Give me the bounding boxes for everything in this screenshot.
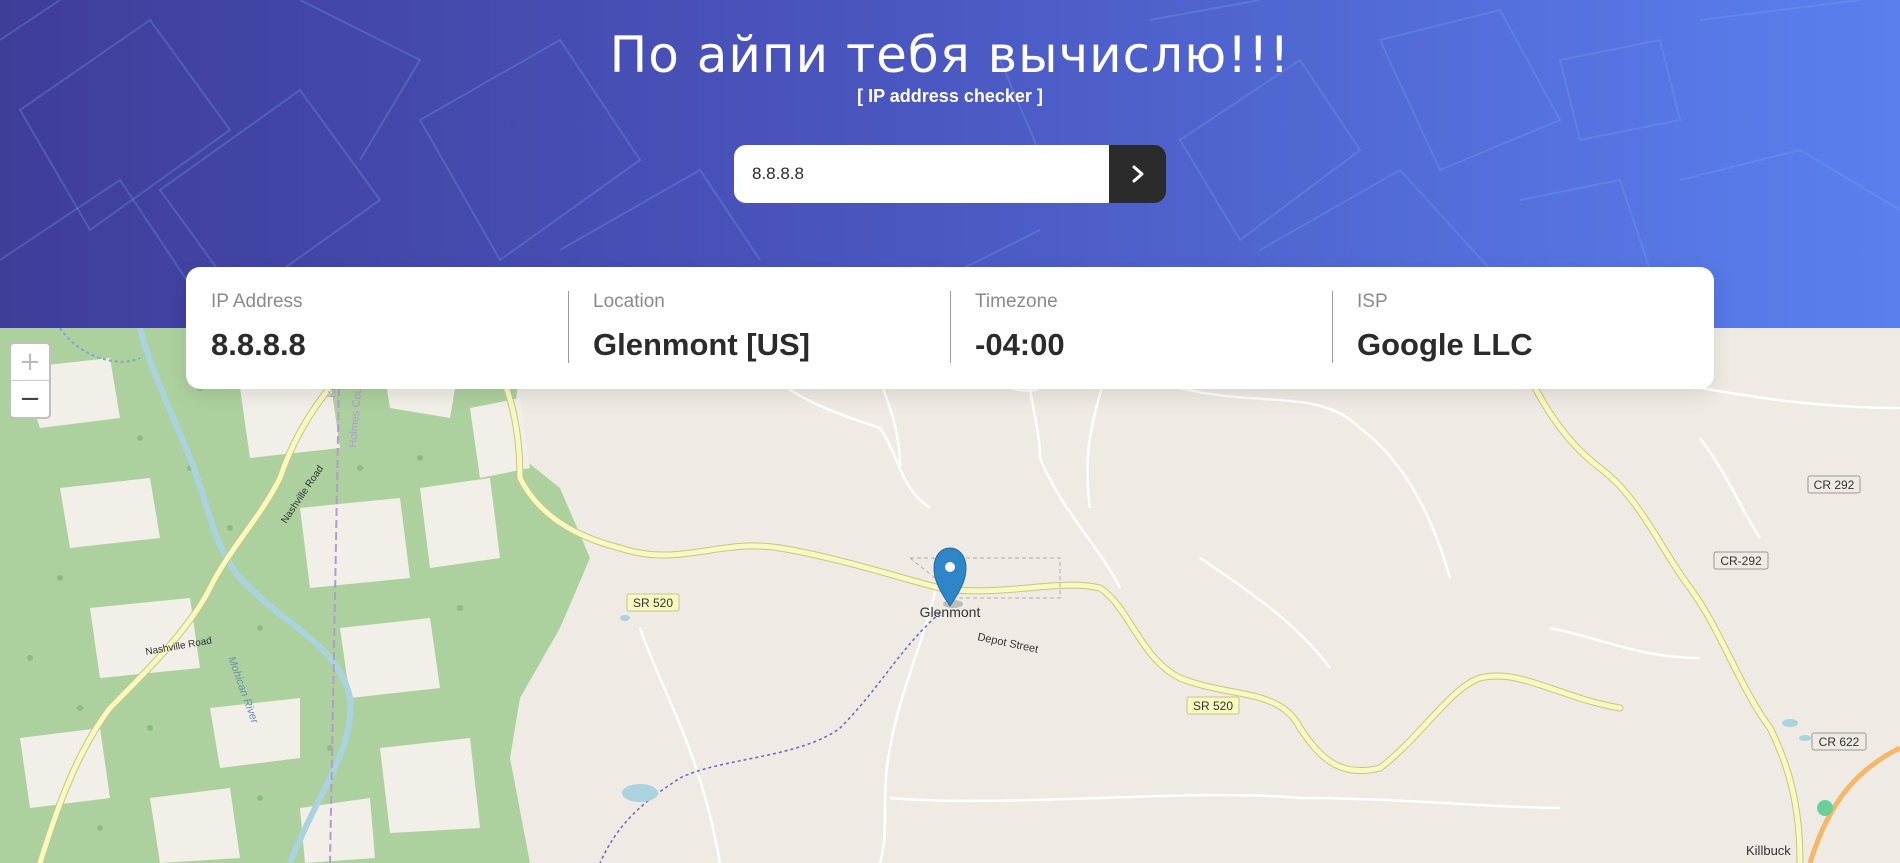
ip-search-bar [734, 145, 1166, 203]
map-tiles: SR 520 SR 520 CR 292 CR-292 CR 622 Glenm… [0, 328, 1900, 863]
isp-label: ISP [1357, 291, 1388, 312]
ip-address-label: IP Address [211, 291, 303, 312]
page-subtitle: [ IP address checker ] [857, 86, 1043, 106]
ip-address-value: 8.8.8.8 [211, 327, 306, 362]
sr520-label-a: SR 520 [633, 596, 673, 610]
ip-search-input[interactable] [734, 145, 1109, 203]
location-value: Glenmont [US] [593, 327, 810, 362]
cr622-label: CR 622 [1819, 735, 1860, 749]
location-cell: Location Glenmont [US] [568, 267, 950, 389]
map[interactable]: SR 520 SR 520 CR 292 CR-292 CR 622 Glenm… [0, 328, 1900, 863]
sr520-label-b: SR 520 [1193, 699, 1233, 713]
cr292-label-a: CR 292 [1814, 478, 1855, 492]
cr292-label-b: CR-292 [1720, 554, 1762, 568]
isp-value: Google LLC [1357, 327, 1533, 362]
isp-cell: ISP Google LLC [1332, 267, 1714, 389]
ip-info-card: IP Address 8.8.8.8 Location Glenmont [US… [186, 267, 1714, 389]
zoom-in-button[interactable]: + [11, 344, 49, 381]
ip-address-cell: IP Address 8.8.8.8 [186, 267, 568, 389]
killbuck-label: Killbuck [1746, 843, 1791, 858]
page-title: По айпи тебя вычислю!!! [609, 26, 1291, 84]
timezone-cell: Timezone -04:00 [950, 267, 1332, 389]
chevron-right-icon [1132, 165, 1143, 183]
map-zoom-control: + − [9, 342, 51, 419]
search-submit-button[interactable] [1109, 145, 1166, 203]
timezone-label: Timezone [975, 291, 1058, 312]
location-label: Location [593, 291, 665, 312]
zoom-out-button[interactable]: − [11, 381, 49, 417]
timezone-value: -04:00 [975, 327, 1065, 362]
